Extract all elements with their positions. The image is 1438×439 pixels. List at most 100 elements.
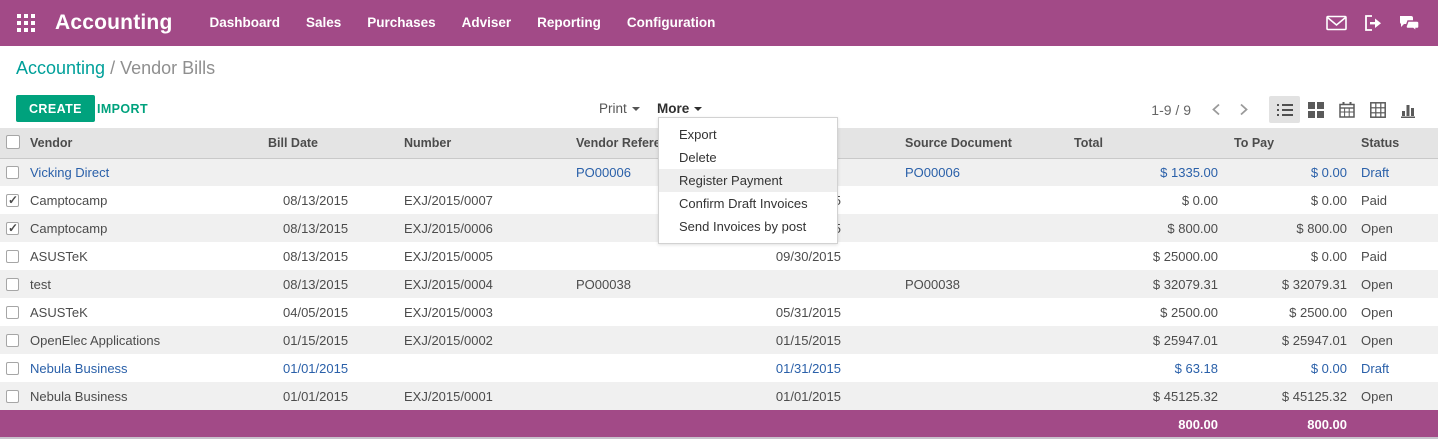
row-select-cell	[0, 186, 26, 214]
more-dropdown-button[interactable]: More	[657, 101, 702, 116]
footer-to-pay: 800.00	[1226, 410, 1356, 439]
menu-item-export[interactable]: Export	[659, 123, 837, 146]
footer-total: 800.00	[1070, 410, 1226, 439]
select-all-checkbox-cell	[0, 128, 26, 158]
create-button[interactable]: CREATE	[16, 95, 95, 122]
table-row[interactable]: test08/13/2015EXJ/2015/0004PO00038PO0003…	[0, 270, 1438, 298]
row-checkbox[interactable]	[6, 222, 19, 235]
graph-view-button[interactable]	[1393, 96, 1424, 123]
table-row[interactable]: Nebula Business01/01/2015EXJ/2015/000101…	[0, 382, 1438, 410]
column-header-number[interactable]: Number	[396, 128, 568, 158]
table-row[interactable]: OpenElec Applications01/15/2015EXJ/2015/…	[0, 326, 1438, 354]
cell-vendor: Camptocamp	[26, 186, 266, 214]
cell-vendor-reference	[568, 242, 700, 270]
cell-due-date: 09/30/2015	[700, 242, 850, 270]
cell-vendor-reference	[568, 298, 700, 326]
caret-down-icon	[694, 107, 702, 111]
calendar-view-button[interactable]	[1331, 96, 1362, 123]
cell-status: Open	[1356, 270, 1438, 298]
cell-number: EXJ/2015/0005	[396, 242, 568, 270]
top-navbar: Accounting DashboardSalesPurchasesAdvise…	[0, 0, 1438, 46]
list-view-button[interactable]	[1269, 96, 1300, 123]
pager-previous-button[interactable]	[1203, 99, 1230, 120]
apps-grid-icon[interactable]	[17, 14, 35, 32]
cell-to-pay: $ 0.00	[1226, 186, 1356, 214]
cell-vendor: ASUSTeK	[26, 298, 266, 326]
cell-total: $ 45125.32	[1070, 382, 1226, 410]
cell-vendor: Nebula Business	[26, 354, 266, 382]
kanban-view-button[interactable]	[1300, 96, 1331, 123]
cell-number: EXJ/2015/0002	[396, 326, 568, 354]
caret-down-icon	[632, 107, 640, 111]
cell-total: $ 0.00	[1070, 186, 1226, 214]
cell-total: $ 25000.00	[1070, 242, 1226, 270]
select-all-checkbox[interactable]	[6, 135, 20, 149]
cell-vendor-reference	[568, 326, 700, 354]
cell-bill-date: 08/13/2015	[266, 186, 396, 214]
column-header-to-pay[interactable]: To Pay	[1226, 128, 1356, 158]
menu-item-delete[interactable]: Delete	[659, 146, 837, 169]
cell-to-pay: $ 0.00	[1226, 242, 1356, 270]
menu-item-send-invoices-by-post[interactable]: Send Invoices by post	[659, 215, 837, 238]
nav-item-adviser[interactable]: Adviser	[449, 0, 525, 46]
table-row[interactable]: ASUSTeK04/05/2015EXJ/2015/000305/31/2015…	[0, 298, 1438, 326]
chat-icon[interactable]	[1399, 15, 1420, 31]
nav-item-sales[interactable]: Sales	[293, 0, 354, 46]
menu-item-confirm-draft-invoices[interactable]: Confirm Draft Invoices	[659, 192, 837, 215]
pager-and-views: 1-9 / 9	[1151, 91, 1424, 128]
cell-vendor: OpenElec Applications	[26, 326, 266, 354]
nav-item-purchases[interactable]: Purchases	[354, 0, 448, 46]
row-select-cell	[0, 298, 26, 326]
column-header-total[interactable]: Total	[1070, 128, 1226, 158]
graph-view-icon	[1401, 102, 1417, 118]
row-select-cell	[0, 354, 26, 382]
column-header-bill-date[interactable]: Bill Date	[266, 128, 396, 158]
messages-envelope-icon[interactable]	[1326, 15, 1347, 31]
pager-next-button[interactable]	[1230, 99, 1257, 120]
cell-number: EXJ/2015/0001	[396, 382, 568, 410]
cell-total: $ 1335.00	[1070, 158, 1226, 186]
print-dropdown-button[interactable]: Print	[599, 101, 640, 116]
cell-source-document	[850, 354, 1070, 382]
kanban-view-icon	[1308, 102, 1324, 118]
nav-item-reporting[interactable]: Reporting	[524, 0, 614, 46]
nav-item-configuration[interactable]: Configuration	[614, 0, 728, 46]
row-checkbox[interactable]	[6, 362, 19, 375]
cell-source-document	[850, 186, 1070, 214]
cell-to-pay: $ 0.00	[1226, 354, 1356, 382]
row-checkbox[interactable]	[6, 194, 19, 207]
table-row[interactable]: ASUSTeK08/13/2015EXJ/2015/000509/30/2015…	[0, 242, 1438, 270]
column-header-vendor[interactable]: Vendor	[26, 128, 266, 158]
cell-total: $ 2500.00	[1070, 298, 1226, 326]
page-title: Vendor Bills	[120, 58, 215, 78]
breadcrumb-accounting[interactable]: Accounting	[16, 58, 105, 78]
table-footer: 800.00 800.00	[0, 410, 1438, 439]
column-header-source-document[interactable]: Source Document	[850, 128, 1070, 158]
cell-bill-date: 08/13/2015	[266, 270, 396, 298]
cell-to-pay: $ 2500.00	[1226, 298, 1356, 326]
import-button[interactable]: IMPORT	[97, 102, 148, 116]
row-checkbox[interactable]	[6, 278, 19, 291]
cell-total: $ 800.00	[1070, 214, 1226, 242]
table-row[interactable]: Nebula Business01/01/201501/31/2015$ 63.…	[0, 354, 1438, 382]
cell-due-date: 01/01/2015	[700, 382, 850, 410]
app-title[interactable]: Accounting	[55, 11, 173, 35]
cell-status: Paid	[1356, 186, 1438, 214]
print-label: Print	[599, 101, 627, 116]
logout-icon[interactable]	[1364, 15, 1382, 31]
cell-vendor-reference	[568, 354, 700, 382]
menu-item-register-payment[interactable]: Register Payment	[659, 169, 837, 192]
cell-vendor: ASUSTeK	[26, 242, 266, 270]
pivot-view-icon	[1370, 102, 1386, 118]
row-checkbox[interactable]	[6, 334, 19, 347]
row-checkbox[interactable]	[6, 306, 19, 319]
pivot-view-button[interactable]	[1362, 96, 1393, 123]
row-checkbox[interactable]	[6, 250, 19, 263]
cell-status: Draft	[1356, 158, 1438, 186]
row-checkbox[interactable]	[6, 390, 19, 403]
column-header-status[interactable]: Status	[1356, 128, 1438, 158]
row-checkbox[interactable]	[6, 166, 19, 179]
nav-item-dashboard[interactable]: Dashboard	[197, 0, 294, 46]
cell-status: Open	[1356, 326, 1438, 354]
cell-vendor-reference: PO00038	[568, 270, 700, 298]
